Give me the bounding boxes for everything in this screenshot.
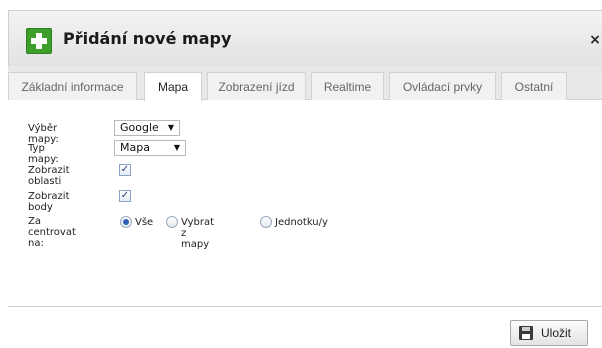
footer-divider [8, 306, 602, 307]
center-pick-radio[interactable] [166, 216, 178, 228]
dialog-titlebar: Přidání nové mapy × [8, 10, 602, 66]
tab-basic-info[interactable]: Základní informace [8, 72, 137, 100]
add-map-dialog: Přidání nové mapy × Základní informace M… [0, 0, 602, 348]
center-pick-label: Vybrat z mapy [181, 217, 214, 250]
center-label: Za centrovat na: [28, 216, 76, 249]
dialog-title: Přidání nové mapy [63, 29, 232, 48]
save-button-label: Uložit [541, 326, 572, 340]
floppy-disk-icon [519, 326, 533, 340]
tab-realtime[interactable]: Realtime [311, 72, 384, 100]
tab-controls[interactable]: Ovládací prvky [389, 72, 496, 100]
save-button[interactable]: Uložit [510, 320, 588, 346]
center-unit-radio[interactable] [260, 216, 272, 228]
show-points-checkbox[interactable]: ✓ [119, 190, 131, 202]
close-icon[interactable]: × [588, 32, 602, 48]
tab-bar: Základní informace Mapa Zobrazení jízd R… [8, 66, 602, 101]
map-select-value: Google [120, 121, 159, 134]
tab-map[interactable]: Mapa [144, 72, 202, 101]
show-areas-label: Zobrazit oblasti [28, 165, 70, 187]
dropdown-arrow-icon: ▼ [173, 143, 180, 152]
center-unit-label: Jednotku/y [275, 217, 328, 228]
tab-ride-display[interactable]: Zobrazení jízd [207, 72, 306, 100]
map-type-value: Mapa [120, 141, 150, 154]
map-select[interactable]: Google ▼ [114, 120, 180, 136]
show-areas-checkbox[interactable]: ✓ [119, 164, 131, 176]
dropdown-arrow-icon: ▼ [167, 123, 174, 132]
show-points-label: Zobrazit body [28, 191, 70, 213]
map-type-select[interactable]: Mapa ▼ [114, 140, 186, 156]
tab-other[interactable]: Ostatní [501, 72, 567, 100]
center-all-radio[interactable] [120, 216, 132, 228]
map-type-label: Typ mapy: [28, 143, 59, 165]
map-select-label: Výběr mapy: [28, 123, 59, 145]
center-all-label: Vše [135, 217, 154, 228]
add-plus-icon [26, 28, 52, 54]
